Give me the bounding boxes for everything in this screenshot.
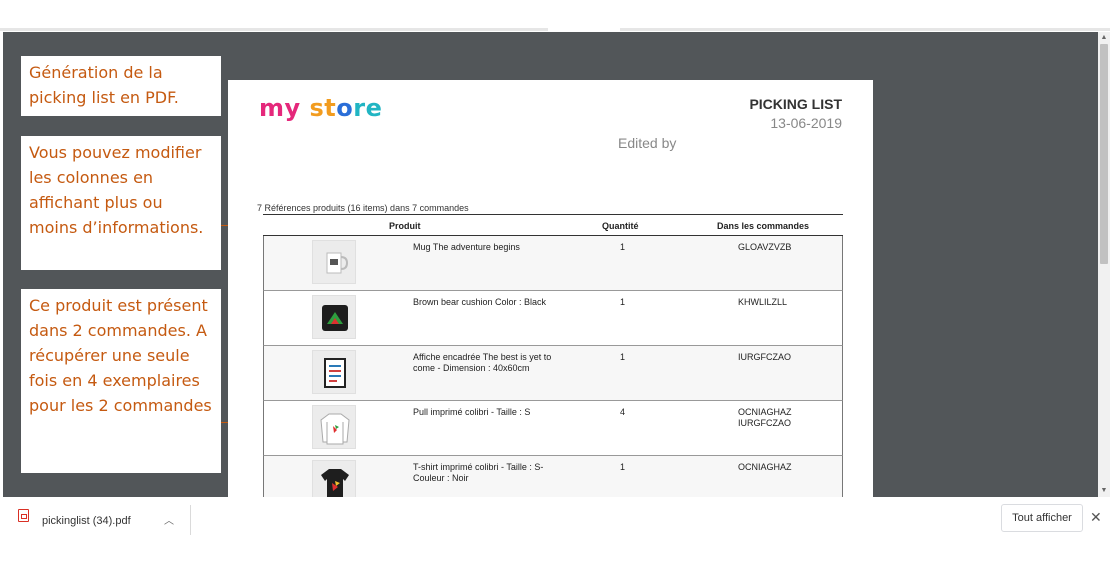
product-orders: OCNIAGHAZ IURGFCZAO — [738, 407, 792, 428]
download-filename[interactable]: pickinglist (34).pdf — [42, 515, 131, 527]
annotation-multi-order: Ce produit est présent dans 2 commandes.… — [21, 289, 221, 473]
tab-strip-segment — [620, 28, 1110, 31]
scrollbar-thumb[interactable] — [1100, 44, 1108, 264]
product-name: Brown bear cushion Color : Black — [413, 297, 547, 307]
mug-icon — [312, 240, 356, 284]
table-header: Produit Quantité Dans les commandes — [263, 214, 843, 236]
tshirt-icon — [312, 460, 356, 497]
browser-top-strip — [0, 0, 1110, 32]
product-orders: IURGFCZAO — [738, 352, 791, 362]
poster-icon — [312, 350, 356, 394]
chevron-up-icon[interactable]: ︿ — [164, 512, 174, 527]
viewer-scrollbar[interactable]: ▲ ▼ — [1098, 32, 1110, 497]
annotation-pdf-generation: Génération de la picking list en PDF. — [21, 56, 221, 116]
sweater-icon — [312, 405, 356, 449]
product-orders: KHWLILZLL — [738, 297, 788, 307]
tab-strip-segment — [0, 28, 548, 31]
close-icon[interactable]: ✕ — [1090, 509, 1102, 526]
edited-by-label: Edited by — [618, 135, 677, 151]
product-quantity: 1 — [620, 297, 626, 307]
show-all-button[interactable]: Tout afficher — [1001, 504, 1083, 532]
table-row: Brown bear cushion Color : Black 1 KHWLI… — [263, 291, 843, 346]
product-name: Affiche encadrée The best is yet to come… — [413, 352, 552, 373]
download-divider — [190, 505, 191, 535]
product-orders: OCNIAGHAZ — [738, 462, 792, 472]
pdf-file-icon[interactable] — [18, 509, 29, 522]
table-row: Pull imprimé colibri - Taille : S 4 OCNI… — [263, 401, 843, 456]
product-name: Pull imprimé colibri - Taille : S — [413, 407, 531, 417]
download-bar: pickinglist (34).pdf ︿ Tout afficher ✕ — [0, 497, 1110, 570]
scroll-down-icon[interactable]: ▼ — [1100, 487, 1108, 495]
column-product: Produit — [389, 221, 421, 231]
product-quantity: 1 — [620, 242, 626, 252]
product-quantity: 1 — [620, 352, 626, 362]
scroll-up-icon[interactable]: ▲ — [1100, 34, 1108, 42]
document-title: PICKING LIST — [749, 96, 842, 112]
column-quantity: Quantité — [602, 221, 639, 231]
table-body: Mug The adventure begins 1 GLOAVZVZB Bro… — [263, 236, 843, 497]
product-orders: GLOAVZVZB — [738, 242, 792, 252]
document-date: 13-06-2019 — [770, 115, 842, 131]
annotation-columns: Vous pouvez modifier les colonnes en aff… — [21, 136, 221, 270]
picking-table: Produit Quantité Dans les commandes Mug … — [263, 214, 843, 497]
order-summary: 7 Références produits (16 items) dans 7 … — [257, 203, 469, 213]
table-row: Affiche encadrée The best is yet to come… — [263, 346, 843, 401]
cushion-icon — [312, 295, 356, 339]
viewer-edge — [0, 32, 3, 497]
column-orders: Dans les commandes — [717, 221, 810, 231]
pdf-page: my store PICKING LIST 13-06-2019 Edited … — [228, 80, 873, 497]
product-quantity: 4 — [620, 407, 626, 417]
table-row: T-shirt imprimé colibri - Taille : S- Co… — [263, 456, 843, 497]
table-row: Mug The adventure begins 1 GLOAVZVZB — [263, 236, 843, 291]
product-quantity: 1 — [620, 462, 626, 472]
product-name: T-shirt imprimé colibri - Taille : S- Co… — [413, 462, 544, 483]
product-name: Mug The adventure begins — [413, 242, 520, 252]
store-logo: my store — [259, 94, 383, 122]
